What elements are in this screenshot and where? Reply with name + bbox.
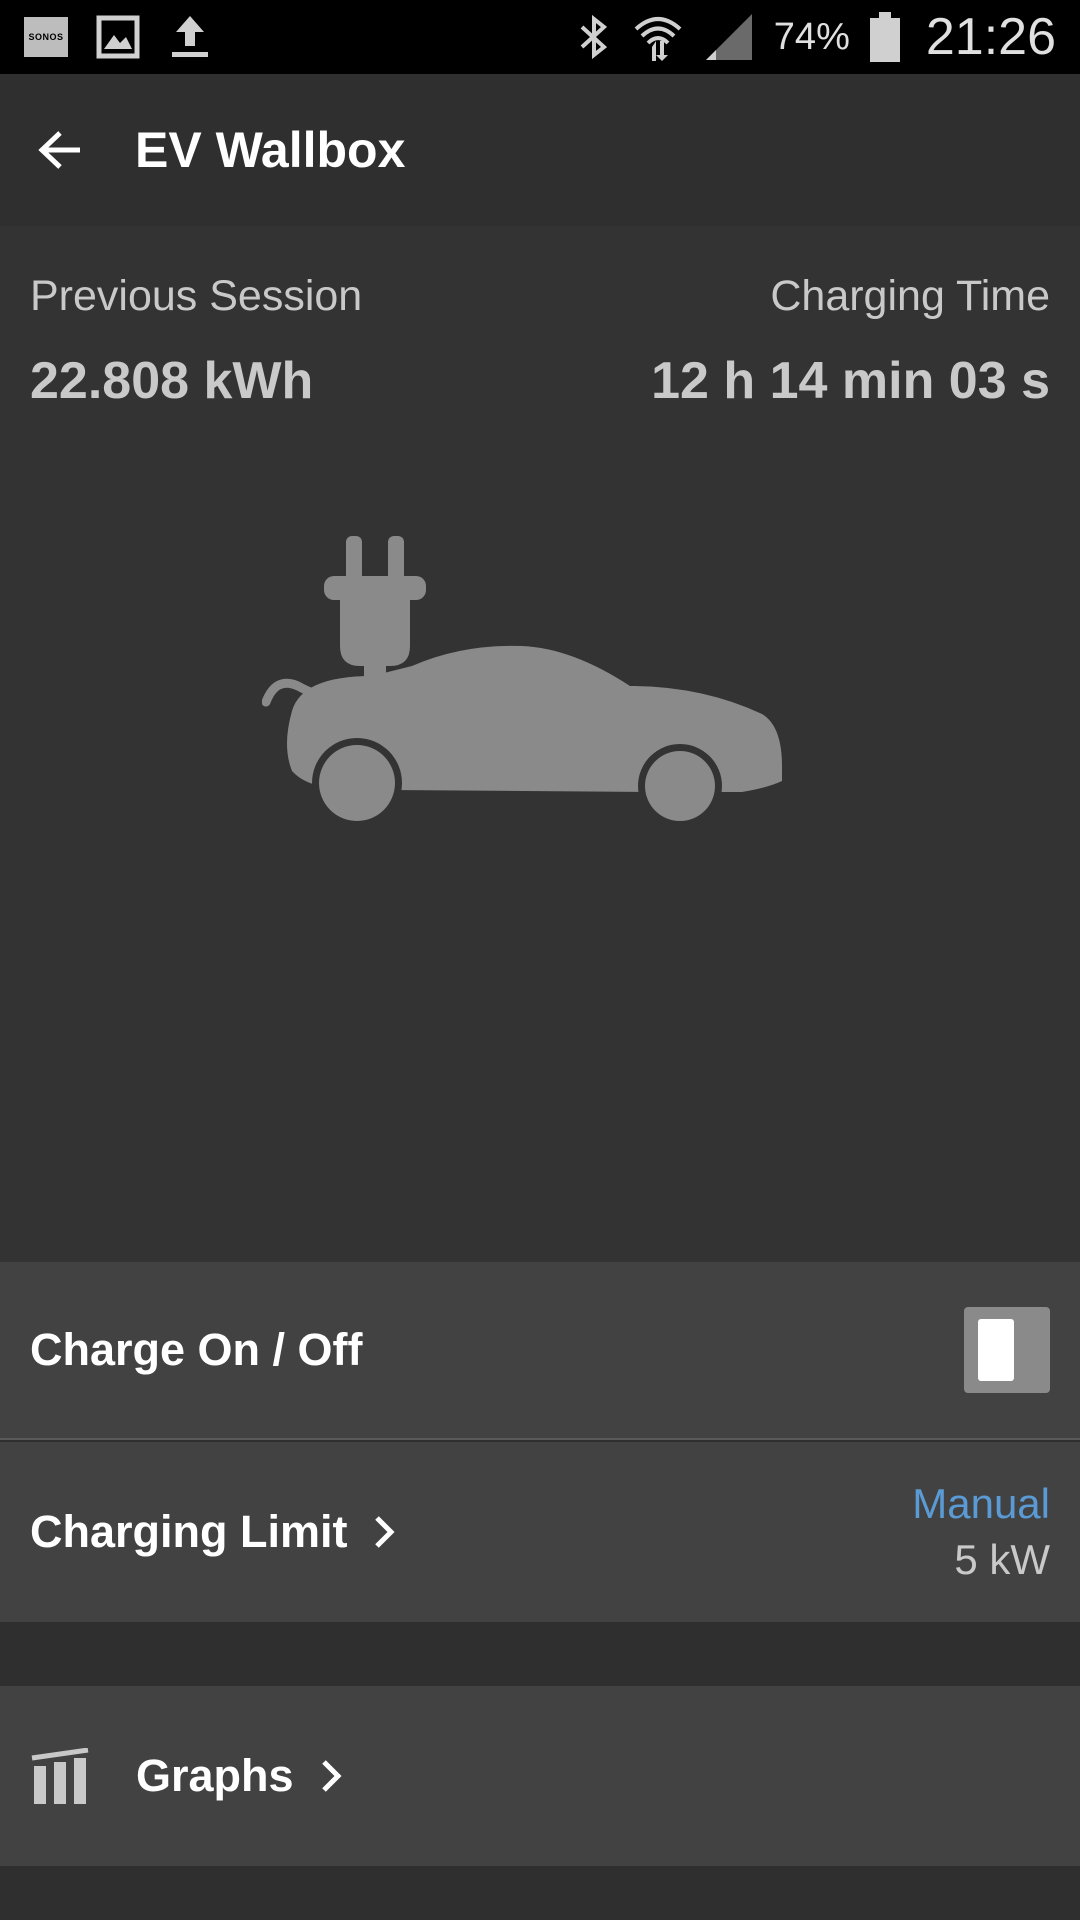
back-button[interactable] — [0, 74, 120, 226]
signal-icon — [705, 14, 752, 60]
page-title: EV Wallbox — [135, 122, 406, 178]
status-bar: SONOS 74% 21:26 — [0, 0, 1080, 74]
charge-toggle-label: Charge On / Off — [30, 1324, 363, 1375]
status-right: 74% 21:26 — [576, 7, 1056, 67]
upload-icon — [172, 16, 208, 57]
graphs-label: Graphs — [136, 1750, 294, 1801]
charging-time-value: 12 h 14 min 03 s — [651, 352, 1050, 410]
bar-graph-icon — [30, 1748, 110, 1804]
charging-limit-row[interactable]: Charging Limit Manual 5 kW — [0, 1442, 1080, 1622]
status-time: 21:26 — [925, 8, 1056, 66]
app-bar: EV Wallbox — [0, 74, 1080, 226]
charging-limit-mode: Manual — [912, 1480, 1050, 1527]
session-panel: Previous Session 22.808 kWh Charging Tim… — [0, 226, 1080, 1262]
status-left: SONOS — [24, 14, 212, 60]
charging-time-label: Charging Time — [770, 272, 1050, 320]
sonos-icon: SONOS — [24, 17, 68, 57]
chevron-right-icon — [320, 1759, 342, 1793]
charge-toggle-row: Charge On / Off — [0, 1262, 1080, 1440]
charging-limit-label: Charging Limit — [30, 1506, 348, 1557]
graphs-row[interactable]: Graphs — [0, 1686, 1080, 1866]
chevron-right-icon — [373, 1515, 396, 1549]
battery-percent: 74% — [773, 15, 850, 58]
charging-limit-values: Manual 5 kW — [912, 1480, 1050, 1584]
charging-time: Charging Time 12 h 14 min 03 s — [651, 272, 1050, 411]
charging-limit-power: 5 kW — [954, 1536, 1050, 1583]
battery-icon — [869, 12, 900, 62]
previous-session-label: Previous Session — [30, 272, 363, 320]
ev-car-plug-icon — [262, 536, 782, 828]
sonos-label: SONOS — [28, 32, 64, 42]
previous-session-value: 22.808 kWh — [30, 352, 314, 410]
bluetooth-icon — [580, 14, 607, 60]
previous-session: Previous Session 22.808 kWh — [30, 272, 362, 411]
charge-toggle-switch[interactable] — [964, 1307, 1050, 1393]
image-icon — [96, 15, 140, 59]
back-arrow-icon — [38, 131, 80, 169]
wifi-icon — [634, 17, 682, 61]
toggle-knob — [978, 1319, 1014, 1381]
